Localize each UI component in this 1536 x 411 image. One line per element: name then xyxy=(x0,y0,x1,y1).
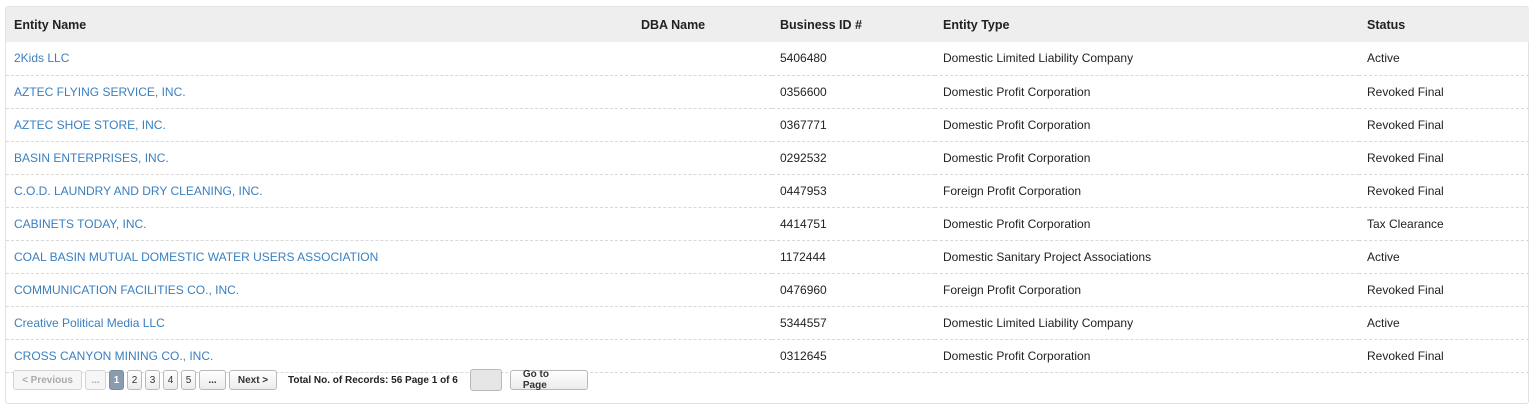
entity-name-link[interactable]: AZTEC SHOE STORE, INC. xyxy=(14,118,166,132)
business-id-cell: 0292532 xyxy=(772,141,935,175)
column-header-status[interactable]: Status xyxy=(1359,7,1529,42)
table-row: AZTEC SHOE STORE, INC. 0367771 Domestic … xyxy=(6,108,1529,142)
dba-name-cell xyxy=(633,273,772,307)
business-id-cell: 0447953 xyxy=(772,174,935,208)
page-button-1[interactable]: 1 xyxy=(109,370,124,390)
status-cell: Revoked Final xyxy=(1359,141,1529,175)
table-row: CABINETS TODAY, INC. 4414751 Domestic Pr… xyxy=(6,207,1529,241)
entity-name-link[interactable]: COMMUNICATION FACILITIES CO., INC. xyxy=(14,283,239,297)
previous-page-button[interactable]: < Previous xyxy=(13,370,82,390)
entity-type-cell: Domestic Profit Corporation xyxy=(935,108,1359,142)
status-cell: Revoked Final xyxy=(1359,174,1529,208)
entity-type-cell: Domestic Profit Corporation xyxy=(935,75,1359,109)
dba-name-cell xyxy=(633,339,772,373)
go-to-page-button[interactable]: Go to Page xyxy=(509,369,588,391)
dba-name-cell xyxy=(633,174,772,208)
entity-name-link[interactable]: Creative Political Media LLC xyxy=(14,316,165,330)
table-row: AZTEC FLYING SERVICE, INC. 0356600 Domes… xyxy=(6,75,1529,109)
entity-type-cell: Domestic Limited Liability Company xyxy=(935,42,1359,76)
entity-name-link[interactable]: AZTEC FLYING SERVICE, INC. xyxy=(14,85,186,99)
table-row: BASIN ENTERPRISES, INC. 0292532 Domestic… xyxy=(6,141,1529,175)
column-header-business-id[interactable]: Business ID # xyxy=(772,7,935,42)
table-row: 2Kids LLC 5406480 Domestic Limited Liabi… xyxy=(6,42,1529,76)
business-id-cell: 0367771 xyxy=(772,108,935,142)
business-id-cell: 0312645 xyxy=(772,339,935,373)
status-cell: Revoked Final xyxy=(1359,273,1529,307)
entity-type-cell: Domestic Profit Corporation xyxy=(935,141,1359,175)
table-row: C.O.D. LAUNDRY AND DRY CLEANING, INC. 04… xyxy=(6,174,1529,208)
dba-name-cell xyxy=(633,75,772,109)
column-header-entity-name[interactable]: Entity Name xyxy=(6,7,633,42)
status-cell: Revoked Final xyxy=(1359,339,1529,373)
results-table: Entity Name DBA Name Business ID # Entit… xyxy=(6,7,1529,373)
entity-name-link[interactable]: C.O.D. LAUNDRY AND DRY CLEANING, INC. xyxy=(14,184,263,198)
entity-type-cell: Foreign Profit Corporation xyxy=(935,174,1359,208)
goto-page-input[interactable] xyxy=(469,369,502,391)
business-id-cell: 4414751 xyxy=(772,207,935,241)
table-row: COMMUNICATION FACILITIES CO., INC. 04769… xyxy=(6,273,1529,307)
status-cell: Active xyxy=(1359,42,1529,76)
dba-name-cell xyxy=(633,108,772,142)
page-button-4[interactable]: 4 xyxy=(163,370,178,390)
business-id-cell: 1172444 xyxy=(772,240,935,274)
table-row: COAL BASIN MUTUAL DOMESTIC WATER USERS A… xyxy=(6,240,1529,274)
next-ellipsis-button[interactable]: ... xyxy=(199,370,226,390)
dba-name-cell xyxy=(633,306,772,340)
entity-name-link[interactable]: COAL BASIN MUTUAL DOMESTIC WATER USERS A… xyxy=(14,250,378,264)
status-cell: Revoked Final xyxy=(1359,75,1529,109)
status-cell: Revoked Final xyxy=(1359,108,1529,142)
total-records-text: Total No. of Records: 56 Page 1 of 6 xyxy=(288,374,458,386)
dba-name-cell xyxy=(633,42,772,76)
pagination-bar: < Previous ... 1 2 3 4 5 ... Next > Tota… xyxy=(13,368,591,392)
page-button-3[interactable]: 3 xyxy=(145,370,160,390)
entity-type-cell: Domestic Limited Liability Company xyxy=(935,306,1359,340)
entity-name-link[interactable]: BASIN ENTERPRISES, INC. xyxy=(14,151,169,165)
status-cell: Active xyxy=(1359,306,1529,340)
business-id-cell: 5406480 xyxy=(772,42,935,76)
table-header-row: Entity Name DBA Name Business ID # Entit… xyxy=(6,7,1529,42)
dba-name-cell xyxy=(633,240,772,274)
entity-type-cell: Domestic Profit Corporation xyxy=(935,339,1359,373)
entity-type-cell: Foreign Profit Corporation xyxy=(935,273,1359,307)
column-header-dba-name[interactable]: DBA Name xyxy=(633,7,772,42)
page-button-5[interactable]: 5 xyxy=(181,370,196,390)
entity-type-cell: Domestic Sanitary Project Associations xyxy=(935,240,1359,274)
dba-name-cell xyxy=(633,141,772,175)
previous-ellipsis-button[interactable]: ... xyxy=(85,370,106,390)
business-id-cell: 0356600 xyxy=(772,75,935,109)
dba-name-cell xyxy=(633,207,772,241)
results-panel: Entity Name DBA Name Business ID # Entit… xyxy=(5,6,1529,404)
next-page-button[interactable]: Next > xyxy=(229,370,277,390)
entity-name-link[interactable]: 2Kids LLC xyxy=(14,51,69,65)
status-cell: Tax Clearance xyxy=(1359,207,1529,241)
entity-type-cell: Domestic Profit Corporation xyxy=(935,207,1359,241)
business-id-cell: 0476960 xyxy=(772,273,935,307)
entity-name-link[interactable]: CROSS CANYON MINING CO., INC. xyxy=(14,349,213,363)
status-cell: Active xyxy=(1359,240,1529,274)
business-id-cell: 5344557 xyxy=(772,306,935,340)
table-row: Creative Political Media LLC 5344557 Dom… xyxy=(6,306,1529,340)
column-header-entity-type[interactable]: Entity Type xyxy=(935,7,1359,42)
entity-name-link[interactable]: CABINETS TODAY, INC. xyxy=(14,217,146,231)
page-button-2[interactable]: 2 xyxy=(127,370,142,390)
